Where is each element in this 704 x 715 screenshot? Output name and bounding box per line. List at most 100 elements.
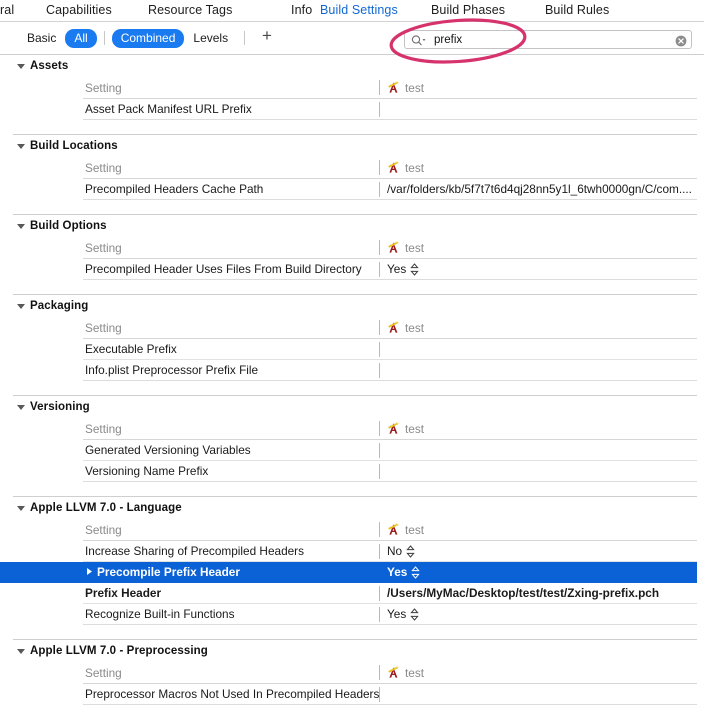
search-input-value[interactable]: prefix [434, 33, 462, 48]
setting-value-cell[interactable]: No [379, 544, 697, 558]
chevron-down-icon[interactable] [16, 221, 26, 231]
column-separator [379, 342, 380, 357]
column-header-setting: Setting [85, 320, 122, 335]
setting-name-cell[interactable]: Precompiled Headers Cache Path [83, 182, 379, 196]
section-header[interactable]: Apple LLVM 7.0 - Preprocessing [13, 640, 697, 662]
section-title: Packaging [30, 300, 89, 312]
setting-value-cell[interactable]: Yes [379, 565, 697, 579]
table-row[interactable]: Info.plist Preprocessor Prefix File [83, 360, 697, 381]
setting-name-label: Asset Pack Manifest URL Prefix [85, 102, 252, 116]
tab-capabilities[interactable]: Capabilities [46, 3, 112, 17]
setting-name-cell[interactable]: Preprocessor Macros Not Used In Precompi… [83, 687, 379, 701]
setting-value-cell[interactable]: /Users/MyMac/Desktop/test/test/Zxing-pre… [379, 586, 697, 600]
section-header[interactable]: Build Options [13, 215, 697, 237]
setting-name-cell[interactable]: Increase Sharing of Precompiled Headers [83, 544, 379, 558]
column-header-setting: Setting [85, 421, 122, 436]
setting-name-cell[interactable]: Executable Prefix [83, 342, 379, 356]
settings-section: Apple LLVM 7.0 - Preprocessing Setting tes… [13, 640, 697, 705]
table-header-row: Setting test [83, 662, 697, 684]
setting-name-cell[interactable]: Recognize Built-in Functions [83, 607, 379, 621]
clear-search-icon[interactable] [675, 34, 687, 47]
table-header-row: Setting test [83, 77, 697, 99]
table-row[interactable]: Executable Prefix [83, 339, 697, 360]
popup-stepper-icon[interactable] [406, 544, 415, 558]
setting-value-label: No [387, 544, 403, 558]
chevron-down-icon[interactable] [16, 141, 26, 151]
chevron-down-icon[interactable] [16, 402, 26, 412]
xcode-project-icon [386, 240, 401, 255]
setting-value-cell[interactable]: /var/folders/kb/5f7t7t6d4qj28nn5y1l_6twh… [379, 182, 697, 196]
table-row[interactable]: Preprocessor Macros Not Used In Precompi… [83, 684, 697, 705]
setting-value-cell[interactable]: Yes [379, 607, 697, 621]
chevron-right-icon[interactable] [85, 567, 94, 576]
setting-name-label: Prefix Header [85, 586, 162, 600]
setting-name-label: Info.plist Preprocessor Prefix File [85, 363, 259, 377]
settings-section: Build Options Setting test Precompiled Head… [13, 215, 697, 280]
section-header[interactable]: Apple LLVM 7.0 - Language [13, 497, 697, 519]
setting-value-cell[interactable]: Yes [379, 262, 697, 276]
filter-segmented-control[interactable]: Basic All Combined Levels [18, 28, 252, 48]
segment-divider [103, 31, 105, 45]
settings-table: Setting test Precompiled Headers Cache Pat… [83, 157, 697, 200]
setting-name-label: Precompiled Header Uses Files From Build… [85, 262, 362, 276]
table-row[interactable]: Versioning Name Prefix [83, 461, 697, 482]
popup-stepper-icon[interactable] [410, 262, 419, 276]
column-header-setting: Setting [85, 522, 122, 537]
search-field[interactable]: prefix [404, 30, 692, 49]
section-header[interactable]: Build Locations [13, 135, 697, 157]
column-header-target: test [379, 320, 697, 335]
table-row[interactable]: Precompile Prefix Header Yes [0, 562, 697, 583]
table-row[interactable]: Precompiled Header Uses Files From Build… [83, 259, 697, 280]
setting-name-cell[interactable]: Precompile Prefix Header [83, 565, 379, 579]
chevron-down-icon[interactable] [16, 503, 26, 513]
table-row[interactable]: Asset Pack Manifest URL Prefix [83, 99, 697, 120]
setting-name-label: Recognize Built-in Functions [85, 607, 235, 621]
tab-build-phases[interactable]: Build Phases [431, 3, 505, 17]
build-settings-scroll-area[interactable]: Assets Setting test Asset Pack Manifest URL… [0, 55, 704, 715]
xcode-project-icon [386, 80, 401, 95]
column-separator [379, 102, 380, 117]
table-row[interactable]: Prefix Header/Users/MyMac/Desktop/test/t… [83, 583, 697, 604]
tab-build-settings[interactable]: Build Settings [320, 3, 398, 17]
filter-levels[interactable]: Levels [184, 29, 237, 48]
setting-name-cell[interactable]: Info.plist Preprocessor Prefix File [83, 363, 379, 377]
popup-stepper-icon[interactable] [411, 565, 421, 579]
search-icon[interactable] [411, 34, 427, 47]
setting-name-cell[interactable]: Generated Versioning Variables [83, 443, 379, 457]
setting-name-cell[interactable]: Asset Pack Manifest URL Prefix [83, 102, 379, 116]
setting-name-cell[interactable]: Versioning Name Prefix [83, 464, 379, 478]
settings-section: Assets Setting test Asset Pack Manifest URL… [13, 55, 697, 120]
filter-basic[interactable]: Basic [18, 29, 65, 48]
chevron-down-icon[interactable] [16, 61, 26, 71]
editor-tab-bar: ral Capabilities Resource Tags Info Build Se… [0, 0, 704, 22]
setting-value-label: /var/folders/kb/5f7t7t6d4qj28nn5y1l_6twh… [387, 182, 692, 196]
column-separator [379, 464, 380, 479]
chevron-down-icon[interactable] [16, 301, 26, 311]
tab-resource-tags[interactable]: Resource Tags [148, 3, 232, 17]
popup-stepper-icon[interactable] [410, 607, 419, 621]
chevron-down-icon[interactable] [16, 646, 26, 656]
section-title: Assets [30, 60, 69, 72]
section-header[interactable]: Assets [13, 55, 697, 77]
filter-all[interactable]: All [65, 28, 97, 48]
setting-name-cell[interactable]: Prefix Header [83, 586, 379, 600]
section-header[interactable]: Packaging [13, 295, 697, 317]
target-name-label: test [405, 421, 425, 436]
add-build-setting-button[interactable]: + [258, 27, 276, 45]
tab-info[interactable]: Info [291, 3, 312, 17]
setting-name-cell[interactable]: Precompiled Header Uses Files From Build… [83, 262, 379, 276]
table-row[interactable]: Precompiled Headers Cache Path/var/folde… [83, 179, 697, 200]
settings-table: Setting test Asset Pack Manifest URL Prefi… [83, 77, 697, 120]
table-row[interactable]: Increase Sharing of Precompiled Headers N… [83, 541, 697, 562]
tab-general[interactable]: ral [0, 3, 14, 17]
section-header[interactable]: Versioning [13, 396, 697, 418]
filter-combined[interactable]: Combined [111, 28, 185, 48]
table-row[interactable]: Recognize Built-in Functions Yes [83, 604, 697, 625]
settings-table: Setting test Preprocessor Macros Not Used … [83, 662, 697, 705]
table-row[interactable]: Generated Versioning Variables [83, 440, 697, 461]
tab-build-rules[interactable]: Build Rules [545, 3, 609, 17]
target-name-label: test [405, 522, 425, 537]
